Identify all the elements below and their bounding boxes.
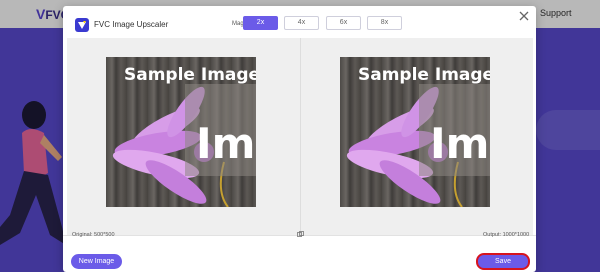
close-icon[interactable] (517, 9, 531, 23)
preview-big-text: Ima (430, 119, 490, 168)
output-image: Sample Image Ima (340, 57, 490, 207)
original-image: Sample Image Ima (106, 57, 256, 207)
compare-icon[interactable] (297, 231, 304, 238)
preview-sample-text: Sample Image (358, 65, 490, 85)
magnification-8x-button[interactable]: 8x (367, 16, 402, 30)
original-preview-panel: Sample Image Ima (67, 38, 300, 235)
output-size-label: Output: 1000*1000 (483, 232, 530, 238)
preview-sample-text: Sample Image (124, 65, 256, 85)
upscaler-dialog: FVC Image Upscaler Magnification: 2x 4x … (63, 6, 536, 272)
preview-big-text: Ima (196, 119, 256, 168)
magnification-6x-button[interactable]: 6x (326, 16, 361, 30)
save-button[interactable]: Save (476, 253, 530, 270)
output-preview-panel: Sample Image Ima (300, 38, 533, 235)
original-size-label: Original: 500*500 (72, 232, 115, 238)
new-image-button[interactable]: New Image (71, 254, 122, 269)
magnification-4x-button[interactable]: 4x (284, 16, 319, 30)
magnification-2x-button[interactable]: 2x (243, 16, 278, 30)
app-logo-icon (75, 18, 89, 32)
dialog-title: FVC Image Upscaler (94, 20, 169, 29)
